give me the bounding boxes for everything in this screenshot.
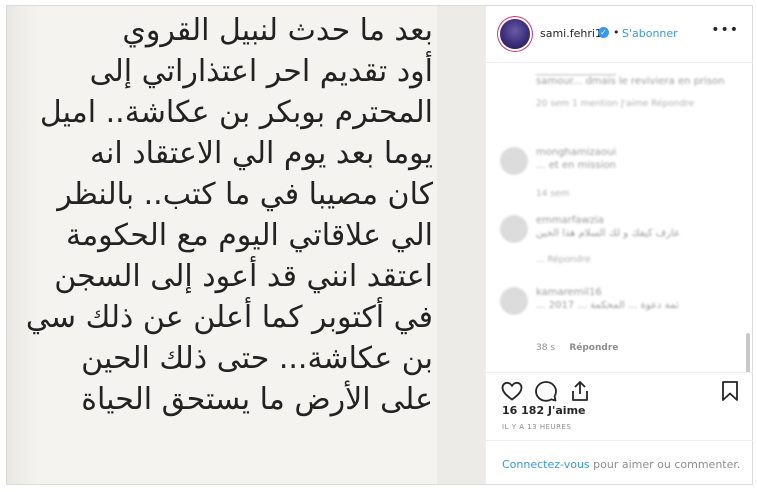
image-right-edge: [437, 6, 485, 484]
comment-username[interactable]: kamaremil16: [536, 287, 602, 298]
comment-username[interactable]: monghamizaoui: [536, 147, 616, 158]
post-image[interactable]: بعد ما حدث لنبيل القروي أود تقديم احر اع…: [7, 6, 485, 484]
login-text: pour aimer ou commenter.: [589, 458, 741, 471]
username-link[interactable]: sami.fehri1: [540, 27, 602, 40]
verified-badge-icon: ✓: [598, 27, 609, 38]
comment-avatar[interactable]: [500, 215, 528, 243]
comment-meta: 14 sem: [536, 189, 570, 199]
comment-icon[interactable]: [534, 379, 558, 403]
comment-avatar[interactable]: [500, 147, 528, 175]
post-timestamp: IL Y A 13 HEURES: [502, 423, 572, 431]
image-text-line: أود تقديم احر اعتذاراتي إلى: [89, 54, 433, 89]
comment-text: ... ثمة دعوة ... المحكمة ... 2017: [536, 300, 679, 311]
image-text-line: بعد ما حدث لنبيل القروي: [122, 13, 433, 48]
bookmark-icon[interactable]: [718, 379, 742, 403]
comment-meta: 20 sem 1 mention J'aime Répondre: [536, 99, 695, 109]
comment-meta: ... Répondre: [536, 255, 591, 265]
image-text-line: يوما بعد يوم الي الاعتقاد انه: [89, 136, 433, 171]
image-left-edge: [7, 6, 39, 484]
comments-list[interactable]: ________________ samour... dmais le revi…: [486, 63, 753, 372]
instagram-post: بعد ما حدث لنبيل القروي أود تقديم احر اع…: [6, 5, 753, 485]
scrollbar-thumb[interactable]: [746, 333, 750, 372]
login-prompt: Connectez-vous pour aimer ou commenter.: [486, 440, 753, 485]
comment-text: samour... dmais le reviviera en prison: [536, 76, 725, 87]
image-text-line: الي علاقاتي اليوم مع الحكومة: [66, 218, 433, 253]
reply-button[interactable]: Répondre: [569, 343, 618, 353]
separator-dot: •: [613, 26, 620, 39]
action-bar: [486, 372, 753, 407]
comment-username[interactable]: ________________: [536, 65, 616, 76]
share-icon[interactable]: [568, 379, 592, 403]
image-text-line: في أكتوبر كما أعلن عن ذلك سي: [25, 300, 433, 335]
image-text-line: على الأرض ما يستحق الحياة: [81, 382, 433, 417]
likes-count[interactable]: 16 182 J'aime: [502, 404, 586, 417]
comment-text: ... et en mission: [536, 160, 616, 171]
image-text-line: اعتقد انني قد أعود إلى السجن: [54, 259, 433, 294]
comment-text: عارف كيفك و لك السلام هذا الحين: [536, 228, 680, 239]
post-sidebar: sami.fehri1 ✓ • S'abonner ••• __________…: [485, 6, 753, 484]
comment-meta: 38 s Répondre: [536, 343, 618, 353]
comment-time: 38 s: [536, 343, 556, 353]
image-text-line: المحترم بوبكر بن عكاشة.. اميل: [39, 95, 433, 130]
comment-username[interactable]: emmarfawzia: [536, 215, 604, 226]
heart-icon[interactable]: [500, 379, 524, 403]
login-link[interactable]: Connectez-vous: [502, 458, 590, 471]
comment-avatar[interactable]: [500, 287, 528, 315]
post-image-text: بعد ما حدث لنبيل القروي أود تقديم احر اع…: [25, 10, 433, 420]
avatar[interactable]: [500, 19, 530, 49]
comments-scrollbar[interactable]: [746, 123, 750, 372]
post-header: sami.fehri1 ✓ • S'abonner •••: [486, 6, 753, 63]
image-text-line: كان مصيبا في ما كتب.. بالنظر: [57, 177, 433, 212]
follow-button[interactable]: S'abonner: [622, 27, 678, 40]
more-options-icon[interactable]: •••: [711, 22, 739, 38]
image-text-line: بن عكاشة... حتى ذلك الحين: [81, 341, 433, 376]
